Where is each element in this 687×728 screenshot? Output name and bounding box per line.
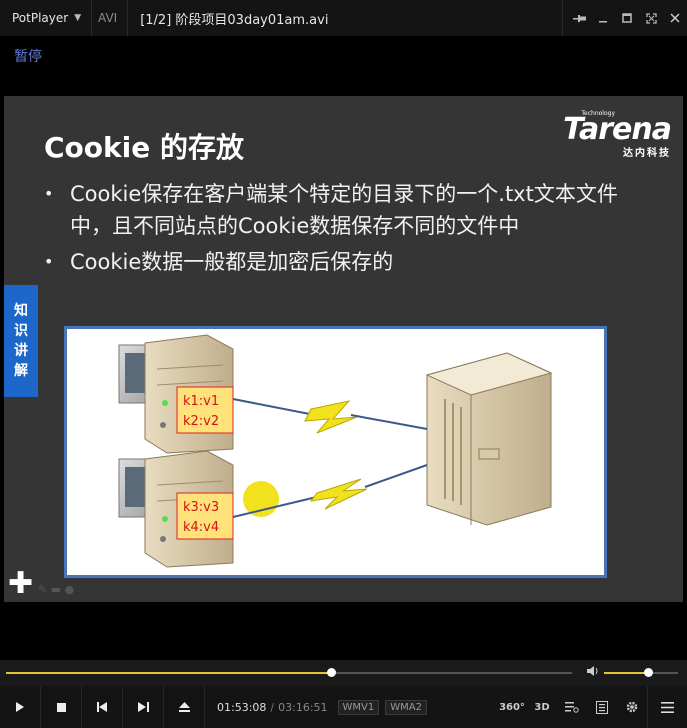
video-area[interactable]: Cookie 的存放 Technology Tarena 达内科技 • Cook… xyxy=(4,96,683,602)
osd-status-text: 暂停 xyxy=(14,49,42,65)
speaker-icon[interactable] xyxy=(586,665,600,680)
current-time: 01:53:08 xyxy=(217,700,267,714)
chapter-list-icon[interactable] xyxy=(557,686,587,728)
fullscreen-icon[interactable] xyxy=(639,6,663,30)
window-controls xyxy=(562,0,687,36)
slide-title: Cookie 的存放 xyxy=(44,131,244,164)
chevron-down-icon: ▼ xyxy=(74,13,82,23)
format-label: AVI xyxy=(92,0,129,36)
seek-bar-row xyxy=(0,660,687,686)
cookie-box-1: k1:v1 k2:v2 xyxy=(176,386,234,434)
stop-button[interactable] xyxy=(41,686,82,728)
bullet-text: Cookie数据一般都是加密后保存的 xyxy=(70,250,394,274)
slide-bullets: • Cookie保存在客户端某个特定的目录下的一个.txt文本文件中，且不同站点… xyxy=(44,178,644,282)
tarena-logo: Technology Tarena 达内科技 xyxy=(563,110,672,159)
window-title: [1/2] 阶段项目03day01am.avi xyxy=(140,12,329,28)
volume-handle[interactable] xyxy=(643,668,653,677)
svg-text:k3:v3: k3:v3 xyxy=(183,500,219,515)
play-button[interactable] xyxy=(0,686,41,728)
total-time: 03:16:51 xyxy=(278,700,328,714)
time-display: 01:53:08/03:16:51 xyxy=(217,700,328,714)
svg-text:k4:v4: k4:v4 xyxy=(183,520,219,535)
vr-360-button[interactable]: 360° xyxy=(497,686,527,728)
bullet-text: Cookie保存在客户端某个特定的目录下的一个.txt文本文件中，且不同站点的C… xyxy=(70,182,618,238)
previous-button[interactable] xyxy=(82,686,123,728)
cookie-diagram: k1:v1 k2:v2 k3:v3 k4:v4 xyxy=(64,326,607,578)
svg-text:k2:v2: k2:v2 xyxy=(183,414,219,429)
seek-handle[interactable] xyxy=(326,668,336,677)
right-controls: 360° 3D xyxy=(497,686,687,728)
volume-slider[interactable] xyxy=(604,668,678,677)
plus-icon: ✚ xyxy=(8,566,34,601)
pin-icon[interactable] xyxy=(567,6,591,30)
server-tower xyxy=(425,352,553,526)
playlist-icon[interactable] xyxy=(587,686,617,728)
bullet-item: • Cookie保存在客户端某个特定的目录下的一个.txt文本文件中，且不同站点… xyxy=(44,178,644,242)
bullet-item: • Cookie数据一般都是加密后保存的 xyxy=(44,246,644,278)
cookie-box-2: k3:v3 k4:v4 xyxy=(176,492,234,540)
eject-button[interactable] xyxy=(164,686,205,728)
app-menu-button[interactable]: PotPlayer ▼ xyxy=(0,0,92,36)
app-name: PotPlayer xyxy=(12,11,69,25)
control-bar: 01:53:08/03:16:51 WMV1 WMA2 360° 3D xyxy=(0,686,687,728)
menu-icon[interactable] xyxy=(647,686,687,728)
network-link-1 xyxy=(232,398,428,434)
minimize-icon[interactable] xyxy=(591,6,615,30)
next-button[interactable] xyxy=(123,686,164,728)
seek-slider[interactable] xyxy=(6,668,572,677)
gear-icon[interactable] xyxy=(617,686,647,728)
title-bar: PotPlayer ▼ AVI [1/2] 阶段项目03day01am.avi xyxy=(0,0,687,36)
video-codec-badge[interactable]: WMV1 xyxy=(337,699,380,715)
audio-codec-badge[interactable]: WMA2 xyxy=(385,699,427,715)
svg-text:k1:v1: k1:v1 xyxy=(183,394,219,409)
maximize-icon[interactable] xyxy=(615,6,639,30)
side-tab: 知 识 讲 解 xyxy=(4,285,38,397)
pen-icon: ✎ ▬ ● xyxy=(38,583,75,596)
network-link-2 xyxy=(232,464,428,518)
close-icon[interactable] xyxy=(663,6,687,30)
3d-button[interactable]: 3D xyxy=(527,686,557,728)
